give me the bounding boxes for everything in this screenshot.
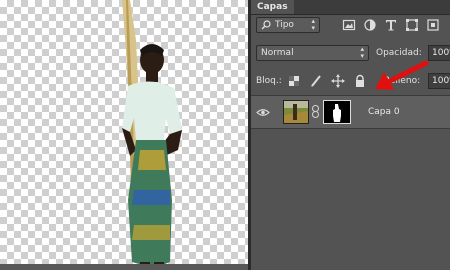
type-filter-icon[interactable] bbox=[384, 18, 398, 32]
lock-image-icon[interactable] bbox=[309, 74, 323, 88]
lock-position-icon[interactable] bbox=[331, 74, 345, 88]
chevron-updown-icon: ▴ ▾ bbox=[311, 17, 315, 32]
lock-label: Bloq.: bbox=[256, 76, 282, 86]
layer-mask-thumbnail[interactable] bbox=[323, 100, 351, 124]
adjustment-filter-icon[interactable] bbox=[363, 18, 377, 32]
search-icon bbox=[261, 20, 271, 30]
layer-thumbnail[interactable] bbox=[283, 100, 309, 124]
eye-icon[interactable] bbox=[256, 108, 270, 117]
tab-layers[interactable]: Capas bbox=[251, 0, 294, 14]
document-canvas[interactable] bbox=[0, 0, 248, 270]
blend-mode-value: Normal bbox=[261, 48, 294, 58]
smart-object-filter-icon[interactable] bbox=[426, 18, 440, 32]
layer-filter-dropdown[interactable]: Tipo ▴ ▾ bbox=[256, 17, 320, 33]
chevron-updown-icon: ▴ ▾ bbox=[360, 45, 364, 60]
opacity-input[interactable]: 100% bbox=[428, 45, 450, 61]
layer-row[interactable]: Capa 0 bbox=[251, 95, 450, 129]
panel-tab-bar: Capas bbox=[251, 0, 450, 15]
lock-transparent-icon[interactable] bbox=[287, 74, 301, 88]
fill-input[interactable]: 100% bbox=[428, 73, 450, 89]
red-arrow-annotation bbox=[375, 60, 429, 90]
lock-all-icon[interactable] bbox=[353, 74, 367, 88]
link-icon[interactable] bbox=[311, 105, 320, 118]
canvas-bottom-edge bbox=[0, 264, 248, 270]
image-filter-icon[interactable] bbox=[342, 18, 356, 32]
shape-filter-icon[interactable] bbox=[405, 18, 419, 32]
layers-panel: Capas Tipo ▴▾ Normal ▴▾ Opacidad: 100% bbox=[251, 0, 450, 270]
layer-name[interactable]: Capa 0 bbox=[368, 105, 400, 119]
opacity-label: Opacidad: bbox=[376, 48, 422, 58]
subject-photo bbox=[122, 0, 182, 268]
blend-mode-dropdown[interactable]: Normal ▴ ▾ bbox=[256, 45, 369, 61]
layer-filter-value: Tipo bbox=[275, 20, 294, 30]
